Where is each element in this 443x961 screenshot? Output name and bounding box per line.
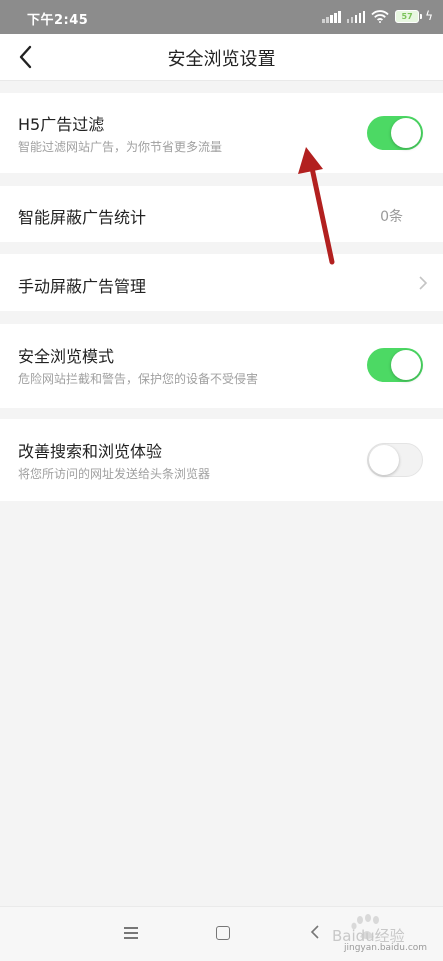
nav-back-icon[interactable]: [310, 924, 320, 940]
annotation-arrow: [298, 147, 335, 265]
menu-icon[interactable]: [124, 927, 138, 942]
watermark-url: jingyan.baidu.com: [344, 943, 428, 953]
home-icon[interactable]: [216, 926, 230, 940]
system-nav-bar: Baidu经验 jingyan.baidu.com: [0, 906, 443, 961]
